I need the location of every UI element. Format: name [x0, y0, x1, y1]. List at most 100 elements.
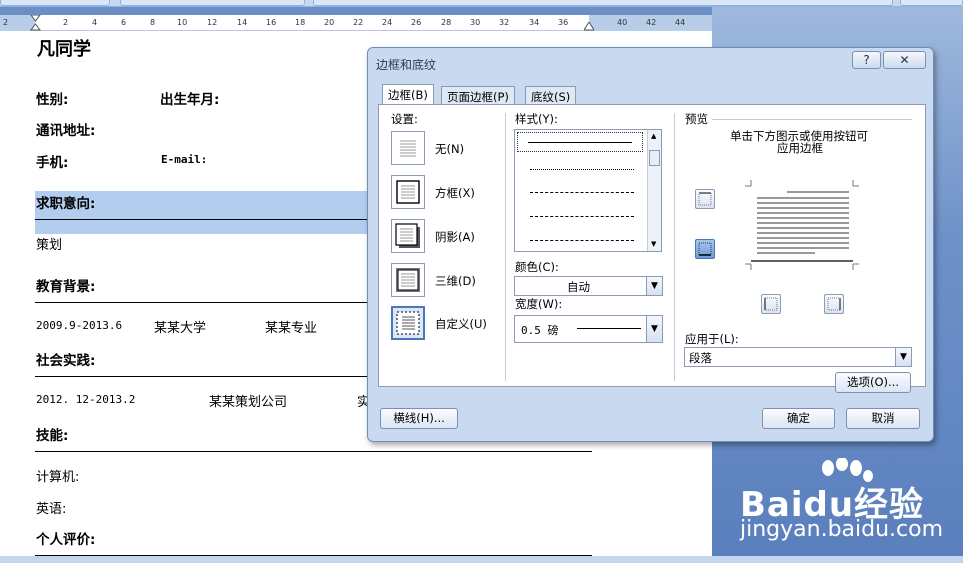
tab-page-border[interactable]: 页面边框(P): [441, 86, 515, 105]
ruler-tick: 8: [150, 18, 156, 27]
ribbon-strip: [0, 0, 963, 7]
chevron-down-icon[interactable]: ▼: [895, 348, 911, 366]
style-dash-dot[interactable]: [530, 240, 634, 241]
setting-shadow-label[interactable]: 阴影(A): [435, 229, 475, 245]
scroll-up-icon[interactable]: ▲: [651, 132, 656, 140]
scrollbar-thumb[interactable]: [649, 150, 660, 166]
tab-shading[interactable]: 底纹(S): [525, 86, 577, 105]
section-divider: [35, 376, 375, 377]
setting-none-label[interactable]: 无(N): [435, 141, 464, 157]
border-preview-diagram[interactable]: [745, 180, 865, 270]
borders-shading-dialog: 边框和底纹 ? ✕ 页面边框(P) 底纹(S) 设置: 无(N) 方框(X) 阴…: [367, 47, 934, 442]
education-major: 某某专业: [265, 321, 318, 336]
width-value: 0.5 磅: [521, 324, 559, 337]
apply-to-value: 段落: [689, 351, 712, 365]
birth-label: 出生年月:: [160, 92, 220, 108]
apply-to-combo[interactable]: 段落 ▼: [684, 347, 912, 367]
right-border-button[interactable]: [824, 294, 844, 314]
tab-borders[interactable]: 边框(B): [382, 84, 434, 104]
cancel-button[interactable]: 取消: [846, 408, 920, 429]
ribbon-group: [313, 0, 893, 6]
ruler-tick: 32: [499, 18, 510, 27]
ribbon-group: [0, 0, 110, 6]
close-button[interactable]: ✕: [883, 51, 926, 69]
ruler-tick: 28: [441, 18, 452, 27]
ruler-tick: 42: [646, 18, 657, 27]
ok-button[interactable]: 确定: [762, 408, 835, 429]
section-divider: [35, 451, 592, 452]
ruler-tick: 18: [295, 18, 306, 27]
horizontal-line-button[interactable]: 横线(H)...: [380, 408, 458, 429]
style-option-selected[interactable]: [517, 132, 643, 152]
setting-custom-label[interactable]: 自定义(U): [435, 316, 487, 332]
ruler-tick: 4: [92, 18, 98, 27]
color-label: 颜色(C):: [515, 260, 559, 274]
setting-3d-icon[interactable]: [391, 263, 425, 297]
ruler-tick: 6: [121, 18, 127, 27]
ruler-tick: 2: [3, 18, 9, 27]
ruler-tick: 10: [177, 18, 188, 27]
line-style-list[interactable]: ▲ ▼: [514, 129, 662, 252]
ruler-tick: 20: [324, 18, 335, 27]
setting-box-icon[interactable]: [391, 175, 425, 209]
dialog-tab-panel: 设置: 无(N) 方框(X) 阴影(A) 三维(D) 自定义(U) 样式(Y):: [378, 104, 926, 393]
scroll-down-icon[interactable]: ▼: [651, 240, 656, 248]
right-indent-marker-icon[interactable]: [584, 22, 594, 31]
address-label: 通讯地址:: [36, 123, 96, 139]
dialog-title: 边框和底纹: [376, 58, 437, 72]
status-bar: [0, 556, 963, 563]
self-eval-label: 个人评价:: [36, 532, 96, 548]
setting-shadow-icon[interactable]: [391, 219, 425, 253]
ribbon-group: [900, 0, 963, 6]
ruler-tick: 26: [411, 18, 422, 27]
ruler-tick: 14: [237, 18, 248, 27]
preview-divider: [712, 119, 912, 120]
ruler-tick: 2: [63, 18, 69, 27]
practice-dates: 2012. 12-2013.2: [36, 393, 136, 406]
bottom-border-button[interactable]: [695, 239, 715, 259]
skills-label: 技能:: [36, 428, 69, 444]
width-label: 宽度(W):: [515, 297, 563, 311]
top-border-button[interactable]: [695, 189, 715, 209]
ruler-tick: 12: [207, 18, 218, 27]
style-dash[interactable]: [530, 216, 634, 217]
setting-none-icon[interactable]: [391, 131, 425, 165]
baidu-watermark-url: jingyan.baidu.com: [740, 517, 944, 542]
ruler-tick: 44: [675, 18, 686, 27]
education-label: 教育背景:: [36, 279, 96, 295]
chevron-down-icon[interactable]: ▼: [646, 277, 662, 295]
setting-box-label[interactable]: 方框(X): [435, 185, 475, 201]
color-combo[interactable]: 自动 ▼: [514, 276, 663, 296]
ruler-tick: 16: [266, 18, 277, 27]
section-divider: [35, 302, 375, 303]
preview-hint-line2: 应用边框: [777, 141, 823, 155]
section-divider: [35, 219, 375, 220]
setting-3d-label[interactable]: 三维(D): [435, 273, 476, 289]
ruler-tick: 40: [617, 18, 628, 27]
indent-marker-icon[interactable]: [30, 15, 41, 32]
resume-name: 凡同学: [37, 39, 91, 60]
job-intent-value: 策划: [36, 238, 63, 253]
computer-label: 计算机:: [36, 470, 80, 485]
ruler-tick: 24: [382, 18, 393, 27]
options-button[interactable]: 选项(O)...: [835, 372, 911, 393]
left-border-button[interactable]: [761, 294, 781, 314]
column-divider: [505, 113, 506, 381]
ruler-tick: 30: [470, 18, 481, 27]
education-dates: 2009.9-2013.6: [36, 319, 123, 332]
ruler-tick: 22: [353, 18, 364, 27]
preview-label: 预览: [685, 112, 708, 126]
settings-label: 设置:: [391, 112, 418, 126]
setting-custom-icon[interactable]: [391, 306, 425, 340]
chevron-down-icon[interactable]: ▼: [646, 316, 662, 342]
width-line-sample: [577, 328, 641, 329]
help-button[interactable]: ?: [852, 51, 881, 69]
style-small-dash[interactable]: [530, 192, 634, 193]
style-dotted[interactable]: [530, 169, 634, 170]
column-divider: [674, 113, 675, 381]
width-combo[interactable]: 0.5 磅 ▼: [514, 315, 663, 343]
style-list-scrollbar[interactable]: ▲ ▼: [647, 130, 661, 251]
style-solid: [528, 142, 632, 143]
practice-company: 某某策划公司: [209, 395, 288, 410]
job-intent-label: 求职意向:: [36, 196, 96, 212]
